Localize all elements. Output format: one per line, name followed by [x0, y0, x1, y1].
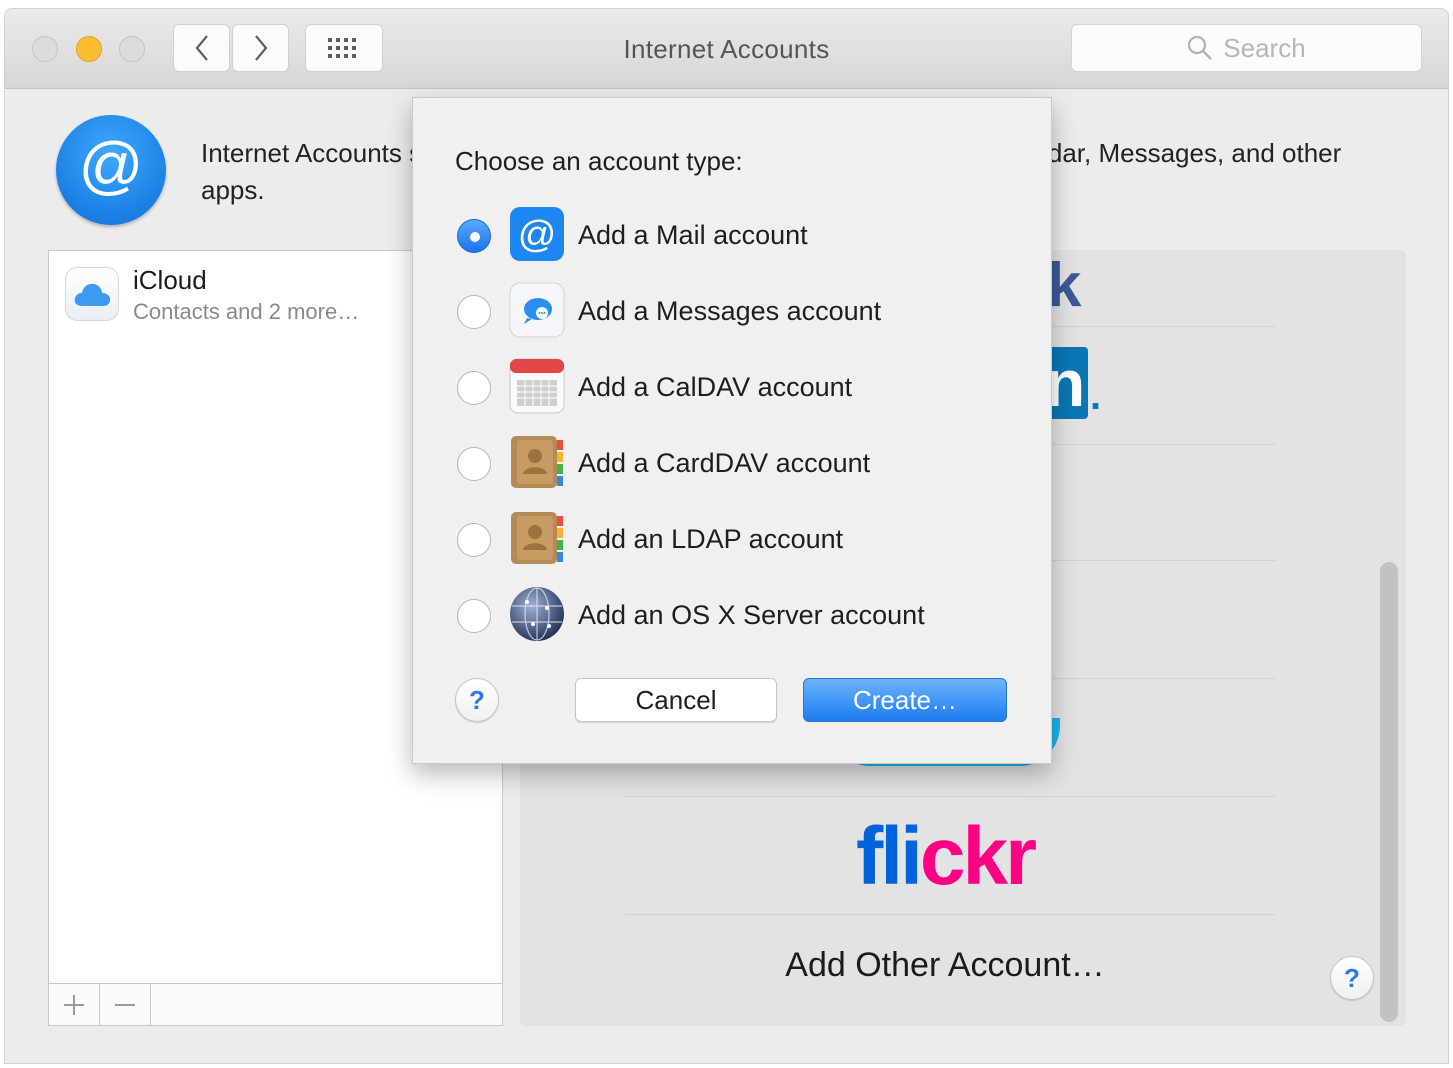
- option-label: Add a CardDAV account: [578, 448, 871, 478]
- add-other-account-button[interactable]: Add Other Account…: [520, 946, 1370, 985]
- radio-button[interactable]: [457, 447, 491, 481]
- option-label: Add an LDAP account: [578, 524, 844, 554]
- provider-divider: [625, 796, 1275, 797]
- radio-button[interactable]: [457, 523, 491, 557]
- contacts-book-icon: [509, 510, 565, 566]
- title-bar: Internet Accounts Search: [5, 9, 1448, 89]
- option-carddav[interactable]: Add a CardDAV account: [457, 434, 1017, 494]
- sheet-title: Choose an account type:: [455, 146, 743, 176]
- show-all-button[interactable]: [305, 24, 383, 72]
- option-messages[interactable]: Add a Messages account: [457, 282, 1017, 342]
- icloud-icon: [65, 267, 119, 321]
- svg-text:@: @: [79, 135, 144, 201]
- contacts-book-icon: [509, 434, 565, 490]
- mail-at-icon: @: [509, 206, 565, 262]
- svg-text:@: @: [518, 214, 557, 256]
- back-button[interactable]: [173, 24, 230, 72]
- flickr-logo-part: ckr: [919, 811, 1037, 902]
- provider-divider: [625, 914, 1275, 915]
- facebook-logo[interactable]: k: [1047, 250, 1081, 321]
- radio-button[interactable]: [457, 599, 491, 633]
- account-list-toolbar: [49, 983, 502, 1025]
- help-button[interactable]: ?: [1330, 956, 1374, 1000]
- option-ldap[interactable]: Add an LDAP account: [457, 510, 1017, 570]
- flickr-logo[interactable]: flickr: [520, 810, 1370, 904]
- option-osx-server[interactable]: Add an OS X Server account: [457, 586, 1017, 646]
- close-button[interactable]: [32, 36, 58, 62]
- option-label: Add a Messages account: [578, 296, 882, 326]
- server-globe-icon: [509, 586, 565, 642]
- create-button[interactable]: Create…: [803, 678, 1007, 722]
- scrollbar[interactable]: [1380, 562, 1398, 1022]
- calendar-icon: [509, 358, 565, 414]
- at-sign-icon: @: [79, 135, 144, 201]
- radio-button[interactable]: [457, 371, 491, 405]
- plus-icon: [64, 994, 84, 1015]
- preferences-window: Internet Accounts Search @ Internet Acco…: [4, 8, 1449, 1064]
- linkedin-logo-dot: .: [1090, 374, 1102, 418]
- account-type-sheet: Choose an account type: @ Add a Mail acc…: [412, 97, 1052, 764]
- option-mail[interactable]: @ Add a Mail account: [457, 206, 1017, 266]
- option-label: Add a Mail account: [578, 220, 808, 250]
- option-caldav[interactable]: Add a CalDAV account: [457, 358, 1017, 418]
- remove-account-button[interactable]: [100, 984, 151, 1025]
- account-name: iCloud: [133, 265, 207, 295]
- back-forward-group: [173, 24, 289, 72]
- search-field[interactable]: Search: [1071, 24, 1422, 72]
- grid-icon: [328, 38, 356, 58]
- flickr-logo-part: i: [900, 811, 923, 902]
- minimize-button[interactable]: [76, 36, 102, 62]
- cancel-button[interactable]: Cancel: [575, 678, 777, 722]
- zoom-button[interactable]: [119, 36, 145, 62]
- minus-icon: [115, 1003, 135, 1006]
- search-icon: [1188, 35, 1213, 60]
- option-label: Add an OS X Server account: [578, 600, 925, 630]
- flickr-logo-part: fl: [855, 811, 903, 902]
- radio-button-selected[interactable]: [457, 219, 491, 253]
- chevron-right-icon: [254, 35, 267, 61]
- search-placeholder: Search: [1223, 32, 1306, 63]
- internet-accounts-icon: @: [56, 115, 166, 225]
- account-detail: Contacts and 2 more…: [133, 299, 360, 324]
- option-label: Add a CalDAV account: [578, 372, 853, 402]
- forward-button[interactable]: [232, 24, 289, 72]
- radio-button[interactable]: [457, 295, 491, 329]
- messages-icon: [509, 282, 565, 338]
- sheet-help-button[interactable]: ?: [455, 678, 499, 722]
- chevron-left-icon: [195, 35, 208, 61]
- add-account-button[interactable]: [49, 984, 100, 1025]
